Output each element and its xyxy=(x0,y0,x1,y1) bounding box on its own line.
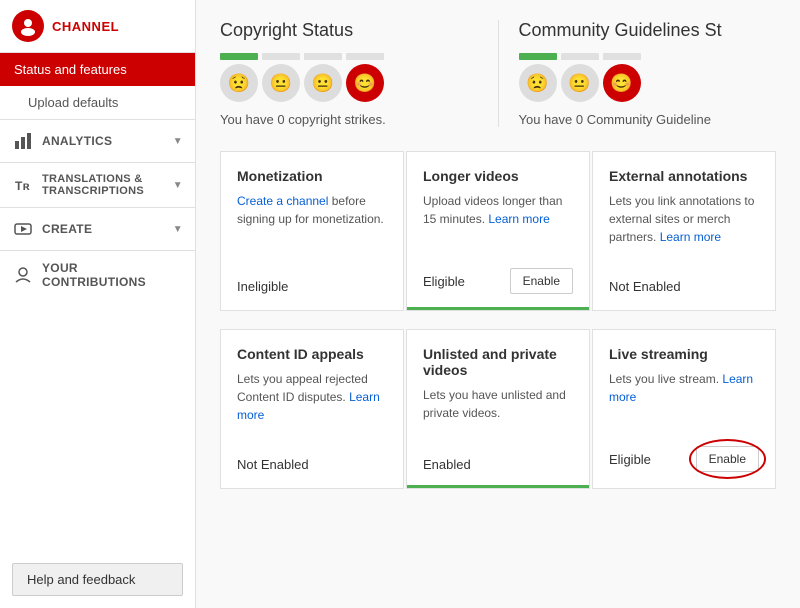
sidebar-item-status[interactable]: Status and features xyxy=(0,53,195,86)
card-unlisted-private-title: Unlisted and private videos xyxy=(423,346,573,378)
card-monetization-status: Ineligible xyxy=(237,269,387,294)
card-external-annotations-status: Not Enabled xyxy=(609,269,759,294)
sidebar-header: CHANNEL xyxy=(0,0,195,53)
card-content-id: Content ID appeals Lets you appeal rejec… xyxy=(220,329,404,489)
translations-label: TRANSLATIONS & TRANSCRIPTIONS xyxy=(42,173,144,197)
status-divider xyxy=(498,20,499,127)
sidebar-section-translations: Tʀ TRANSLATIONS & TRANSCRIPTIONS ▼ xyxy=(0,162,195,207)
avatar xyxy=(12,10,44,42)
card-monetization: Monetization Create a channel before sig… xyxy=(220,151,404,311)
bar-seg-3 xyxy=(304,53,342,60)
community-title: Community Guidelines St xyxy=(519,20,737,41)
copyright-strike-text: You have 0 copyright strikes. xyxy=(220,112,438,127)
card-unlisted-private-status: Enabled xyxy=(423,447,573,472)
card-longer-videos-title: Longer videos xyxy=(423,168,573,184)
copyright-faces: 😟 😐 😐 😊 xyxy=(220,53,438,108)
svg-text:Tʀ: Tʀ xyxy=(15,179,30,193)
status-section: Copyright Status 😟 😐 😐 😊 You have 0 copy… xyxy=(220,20,776,127)
copyright-face-row: 😟 😐 😐 😊 xyxy=(220,64,438,102)
sidebar-item-translations[interactable]: Tʀ TRANSLATIONS & TRANSCRIPTIONS ▼ xyxy=(0,163,195,207)
comm-face-sad-1: 😟 xyxy=(519,64,557,102)
card-live-streaming-status: Eligible Enable xyxy=(609,436,759,472)
cards-gap xyxy=(220,313,776,329)
bar-seg-4 xyxy=(346,53,384,60)
face-neutral-1: 😐 xyxy=(262,64,300,102)
analytics-chevron: ▼ xyxy=(173,136,183,147)
face-happy: 😊 xyxy=(346,64,384,102)
card-content-id-status: Not Enabled xyxy=(237,447,387,472)
bar-seg-2 xyxy=(262,53,300,60)
longer-videos-enable-button[interactable]: Enable xyxy=(510,268,573,294)
sidebar-item-analytics[interactable]: ANALYTICS ▼ xyxy=(0,120,195,162)
card-monetization-desc: Create a channel before signing up for m… xyxy=(237,192,387,257)
sidebar-section-contributions: YOUR CONTRIBUTIONS xyxy=(0,250,195,299)
sidebar-section-analytics: ANALYTICS ▼ xyxy=(0,119,195,162)
longer-videos-learn-more-link[interactable]: Learn more xyxy=(488,212,549,226)
cards-row-2: Content ID appeals Lets you appeal rejec… xyxy=(220,329,776,489)
card-external-annotations-title: External annotations xyxy=(609,168,759,184)
copyright-bar xyxy=(220,53,438,60)
content-id-learn-more-link[interactable]: Learn more xyxy=(237,390,380,422)
comm-face-neutral-1: 😐 xyxy=(561,64,599,102)
community-bar xyxy=(519,53,737,60)
create-icon xyxy=(12,218,34,240)
comm-bar-seg-2 xyxy=(561,53,599,60)
channel-title: CHANNEL xyxy=(52,19,119,34)
card-live-streaming-desc: Lets you live stream. Learn more xyxy=(609,370,759,424)
card-unlisted-private-desc: Lets you have unlisted and private video… xyxy=(423,386,573,435)
card-longer-videos: Longer videos Upload videos longer than … xyxy=(406,151,590,311)
card-longer-videos-desc: Upload videos longer than 15 minutes. Le… xyxy=(423,192,573,246)
live-streaming-enable-button[interactable]: Enable xyxy=(696,446,759,472)
community-block: Community Guidelines St 😟 😐 😊 You have 0… xyxy=(519,20,777,127)
create-chevron: ▼ xyxy=(173,224,183,235)
sidebar: CHANNEL Status and features Upload defau… xyxy=(0,0,196,608)
card-live-streaming: Live streaming Lets you live stream. Lea… xyxy=(592,329,776,489)
unlisted-private-bar xyxy=(407,485,589,488)
card-unlisted-private: Unlisted and private videos Lets you hav… xyxy=(406,329,590,489)
help-feedback-button[interactable]: Help and feedback xyxy=(12,563,183,596)
sidebar-item-create[interactable]: CREATE ▼ xyxy=(0,208,195,250)
create-label: CREATE xyxy=(42,222,92,236)
bar-seg-1 xyxy=(220,53,258,60)
sidebar-item-upload[interactable]: Upload defaults xyxy=(0,86,195,119)
community-face-row: 😟 😐 😊 xyxy=(519,64,737,102)
sidebar-nav: Status and features Upload defaults ANAL… xyxy=(0,53,195,551)
copyright-title: Copyright Status xyxy=(220,20,438,41)
sidebar-section-create: CREATE ▼ xyxy=(0,207,195,250)
sidebar-item-contributions[interactable]: YOUR CONTRIBUTIONS xyxy=(0,251,195,299)
main-content: Copyright Status 😟 😐 😐 😊 You have 0 copy… xyxy=(196,0,800,608)
community-strike-text: You have 0 Community Guideline xyxy=(519,112,737,127)
annotations-learn-more-link[interactable]: Learn more xyxy=(660,230,721,244)
card-monetization-title: Monetization xyxy=(237,168,387,184)
copyright-block: Copyright Status 😟 😐 😐 😊 You have 0 copy… xyxy=(220,20,478,127)
card-live-streaming-title: Live streaming xyxy=(609,346,759,362)
analytics-label: ANALYTICS xyxy=(42,134,112,148)
cards-row-1: Monetization Create a channel before sig… xyxy=(220,151,776,311)
comm-bar-seg-3 xyxy=(603,53,641,60)
create-channel-link[interactable]: Create a channel xyxy=(237,194,328,208)
translations-icon: Tʀ xyxy=(12,174,34,196)
contributions-icon xyxy=(12,264,34,286)
card-external-annotations: External annotations Lets you link annot… xyxy=(592,151,776,311)
card-longer-videos-status: Eligible Enable xyxy=(423,258,573,294)
face-neutral-2: 😐 xyxy=(304,64,342,102)
card-external-annotations-desc: Lets you link annotations to external si… xyxy=(609,192,759,257)
live-streaming-learn-more-link[interactable]: Learn more xyxy=(609,372,753,404)
longer-videos-status-text: Eligible xyxy=(423,274,465,289)
live-streaming-enable-wrapper: Enable xyxy=(696,446,759,472)
analytics-icon xyxy=(12,130,34,152)
longer-videos-bar xyxy=(407,307,589,310)
face-sad-1: 😟 xyxy=(220,64,258,102)
comm-bar-seg-1 xyxy=(519,53,557,60)
card-content-id-title: Content ID appeals xyxy=(237,346,387,362)
card-content-id-desc: Lets you appeal rejected Content ID disp… xyxy=(237,370,387,435)
contributions-label: YOUR CONTRIBUTIONS xyxy=(42,261,183,289)
translations-chevron: ▼ xyxy=(173,180,183,191)
community-faces: 😟 😐 😊 xyxy=(519,53,737,108)
comm-face-happy: 😊 xyxy=(603,64,641,102)
live-streaming-status-text: Eligible xyxy=(609,452,651,467)
